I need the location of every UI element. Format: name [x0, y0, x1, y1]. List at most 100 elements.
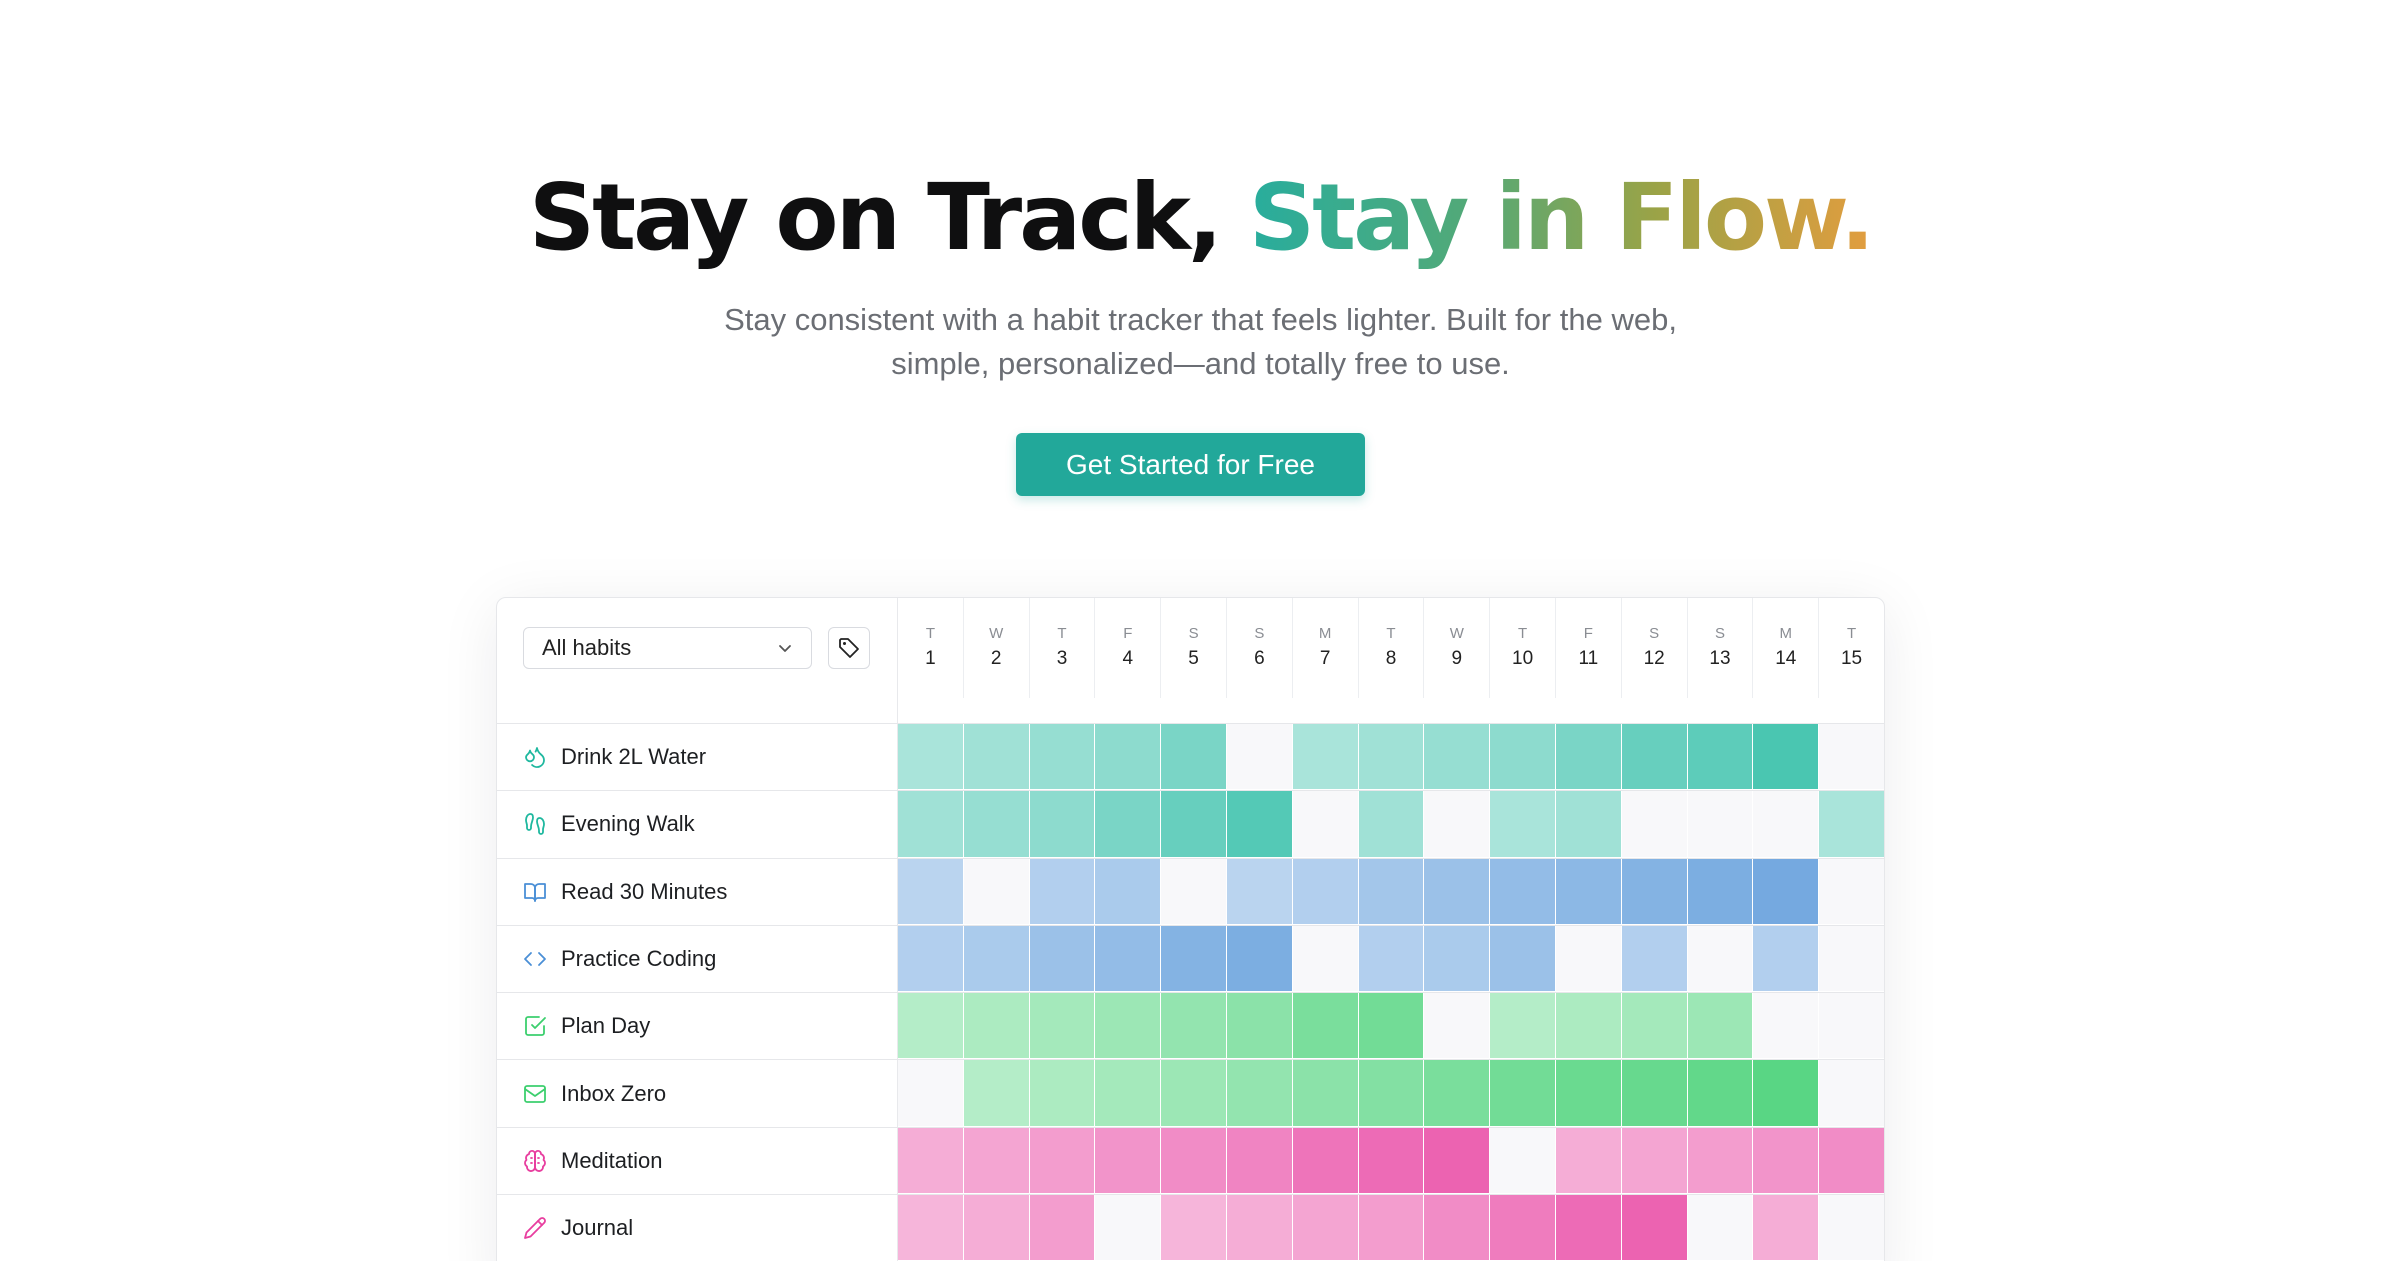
habit-day-cell[interactable] [1753, 993, 1820, 1060]
habit-day-cell[interactable] [1555, 1127, 1622, 1195]
habit-day-cell[interactable] [1687, 1127, 1754, 1195]
habit-day-cell[interactable] [1029, 1060, 1096, 1127]
habit-day-cell[interactable] [1621, 1060, 1688, 1127]
habit-name[interactable]: Meditation [523, 1128, 663, 1194]
habit-day-cell[interactable] [1226, 925, 1293, 993]
habit-name[interactable]: Read 30 Minutes [523, 859, 727, 925]
habit-day-cell[interactable] [1161, 993, 1227, 1060]
habit-day-cell[interactable] [1292, 724, 1359, 791]
habit-day-cell[interactable] [1292, 1060, 1359, 1127]
habit-day-cell[interactable] [1490, 993, 1556, 1060]
habit-day-cell[interactable] [1226, 724, 1293, 791]
habit-day-cell[interactable] [1029, 1127, 1096, 1195]
habit-day-cell[interactable] [1621, 925, 1688, 993]
habit-day-cell[interactable] [1095, 1195, 1162, 1261]
get-started-button[interactable]: Get Started for Free [1016, 433, 1365, 496]
habit-day-cell[interactable] [1161, 1195, 1227, 1261]
habit-day-cell[interactable] [1095, 791, 1162, 858]
habit-day-cell[interactable] [1687, 993, 1754, 1060]
habit-day-cell[interactable] [1753, 925, 1820, 993]
habit-day-cell[interactable] [1819, 925, 1884, 993]
habit-day-cell[interactable] [1490, 1195, 1556, 1261]
habit-day-cell[interactable] [1358, 858, 1425, 925]
habit-day-cell[interactable] [1621, 1195, 1688, 1261]
habit-day-cell[interactable] [1753, 1127, 1820, 1195]
habit-day-cell[interactable] [1490, 724, 1556, 791]
habit-day-cell[interactable] [1424, 1060, 1491, 1127]
habit-day-cell[interactable] [898, 1060, 964, 1127]
habit-day-cell[interactable] [1687, 791, 1754, 858]
habit-day-cell[interactable] [898, 993, 964, 1060]
habit-day-cell[interactable] [1819, 858, 1884, 925]
habit-name[interactable]: Inbox Zero [523, 1060, 666, 1126]
habit-day-cell[interactable] [1358, 724, 1425, 791]
habit-day-cell[interactable] [1292, 925, 1359, 993]
habit-day-cell[interactable] [1029, 1195, 1096, 1261]
habit-day-cell[interactable] [1292, 858, 1359, 925]
habit-day-cell[interactable] [1555, 1195, 1622, 1261]
habit-day-cell[interactable] [1490, 1127, 1556, 1195]
habit-day-cell[interactable] [898, 724, 964, 791]
habit-day-cell[interactable] [1555, 1060, 1622, 1127]
habit-day-cell[interactable] [1226, 1127, 1293, 1195]
habit-day-cell[interactable] [1424, 858, 1491, 925]
habit-day-cell[interactable] [1621, 724, 1688, 791]
habit-day-cell[interactable] [1555, 724, 1622, 791]
habit-day-cell[interactable] [1161, 858, 1227, 925]
habit-day-cell[interactable] [963, 1060, 1030, 1127]
habit-day-cell[interactable] [1621, 791, 1688, 858]
habit-day-cell[interactable] [1555, 925, 1622, 993]
habit-day-cell[interactable] [1819, 1060, 1884, 1127]
habit-day-cell[interactable] [1819, 724, 1884, 791]
habit-day-cell[interactable] [1358, 1195, 1425, 1261]
habit-day-cell[interactable] [963, 993, 1030, 1060]
habit-day-cell[interactable] [1358, 1060, 1425, 1127]
habit-day-cell[interactable] [1687, 724, 1754, 791]
habit-day-cell[interactable] [1819, 1127, 1884, 1195]
habit-day-cell[interactable] [1161, 1060, 1227, 1127]
habit-day-cell[interactable] [1687, 1060, 1754, 1127]
habit-day-cell[interactable] [1490, 1060, 1556, 1127]
habit-day-cell[interactable] [1490, 858, 1556, 925]
habit-day-cell[interactable] [1226, 791, 1293, 858]
habit-name[interactable]: Drink 2L Water [523, 724, 706, 790]
habit-day-cell[interactable] [1687, 925, 1754, 993]
habit-day-cell[interactable] [1424, 791, 1491, 858]
habit-day-cell[interactable] [898, 791, 964, 858]
habit-name[interactable]: Plan Day [523, 993, 650, 1059]
habit-day-cell[interactable] [898, 1127, 964, 1195]
habit-day-cell[interactable] [963, 858, 1030, 925]
habit-day-cell[interactable] [963, 1195, 1030, 1261]
habit-day-cell[interactable] [1424, 724, 1491, 791]
habit-day-cell[interactable] [1621, 1127, 1688, 1195]
habit-day-cell[interactable] [1687, 1195, 1754, 1261]
habit-day-cell[interactable] [963, 925, 1030, 993]
habit-day-cell[interactable] [1753, 858, 1820, 925]
habit-day-cell[interactable] [1424, 1127, 1491, 1195]
habit-day-cell[interactable] [898, 1195, 964, 1261]
habit-day-cell[interactable] [1555, 858, 1622, 925]
habit-day-cell[interactable] [1358, 993, 1425, 1060]
habit-day-cell[interactable] [1819, 791, 1884, 858]
habit-day-cell[interactable] [898, 925, 964, 993]
habit-day-cell[interactable] [1029, 724, 1096, 791]
habit-day-cell[interactable] [1358, 791, 1425, 858]
habit-day-cell[interactable] [1292, 993, 1359, 1060]
tag-filter-button[interactable] [828, 627, 870, 669]
habit-day-cell[interactable] [1095, 925, 1162, 993]
habit-name[interactable]: Journal [523, 1195, 633, 1261]
habit-filter-select[interactable]: All habits [523, 627, 812, 669]
habit-day-cell[interactable] [1029, 858, 1096, 925]
habit-name[interactable]: Practice Coding [523, 926, 716, 992]
habit-day-cell[interactable] [1095, 993, 1162, 1060]
habit-day-cell[interactable] [1621, 993, 1688, 1060]
habit-day-cell[interactable] [1161, 925, 1227, 993]
habit-day-cell[interactable] [1753, 1060, 1820, 1127]
habit-day-cell[interactable] [1555, 993, 1622, 1060]
habit-day-cell[interactable] [1161, 791, 1227, 858]
habit-day-cell[interactable] [1161, 724, 1227, 791]
habit-day-cell[interactable] [1819, 993, 1884, 1060]
habit-day-cell[interactable] [898, 858, 964, 925]
habit-day-cell[interactable] [1292, 1127, 1359, 1195]
habit-day-cell[interactable] [1292, 1195, 1359, 1261]
